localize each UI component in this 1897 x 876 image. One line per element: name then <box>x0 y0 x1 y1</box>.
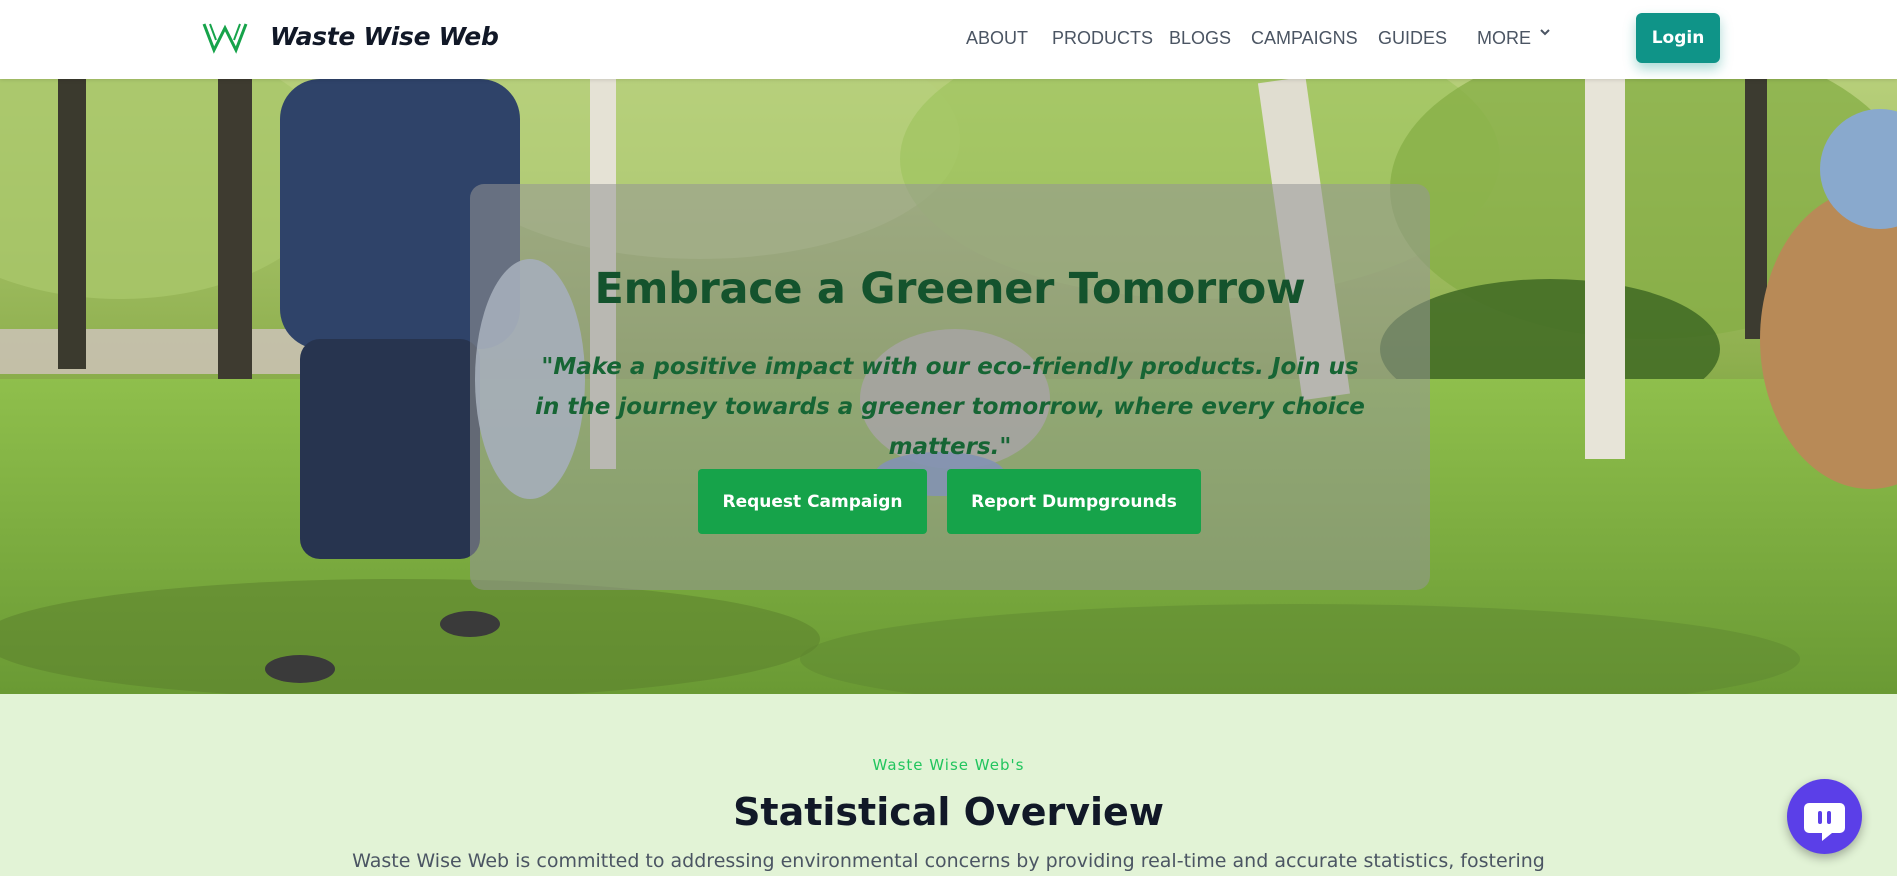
w-logo-icon[interactable] <box>202 20 248 54</box>
hero-card: Embrace a Greener Tomorrow "Make a posit… <box>470 184 1430 590</box>
nav-products[interactable]: PRODUCTS <box>1052 28 1153 49</box>
chat-launcher-button[interactable] <box>1787 779 1862 854</box>
nav-campaigns[interactable]: CAMPAIGNS <box>1251 28 1358 49</box>
request-campaign-button[interactable]: Request Campaign <box>698 469 927 534</box>
login-button[interactable]: Login <box>1636 13 1720 63</box>
nav-more[interactable]: MORE <box>1477 28 1531 49</box>
section-description: Waste Wise Web is committed to addressin… <box>352 850 1545 872</box>
section-eyebrow: Waste Wise Web's <box>872 756 1025 774</box>
nav-guides[interactable]: GUIDES <box>1378 28 1447 49</box>
hero-title: Embrace a Greener Tomorrow <box>594 264 1306 314</box>
statistical-overview-section: Waste Wise Web's Statistical Overview Wa… <box>0 694 1897 876</box>
section-title: Statistical Overview <box>733 790 1164 834</box>
hero-section: Embrace a Greener Tomorrow "Make a posit… <box>0 79 1897 694</box>
top-navbar: Waste Wise Web ABOUT PRODUCTS BLOGS CAMP… <box>0 0 1897 79</box>
nav-about[interactable]: ABOUT <box>966 28 1028 49</box>
brand-name[interactable]: Waste Wise Web <box>270 22 499 51</box>
chevron-down-icon[interactable] <box>1538 25 1552 39</box>
chat-bubble-icon <box>1804 803 1845 841</box>
report-dumpgrounds-button[interactable]: Report Dumpgrounds <box>947 469 1201 534</box>
hero-subtitle: "Make a positive impact with our eco-fri… <box>535 354 1365 460</box>
nav-blogs[interactable]: BLOGS <box>1169 28 1231 49</box>
